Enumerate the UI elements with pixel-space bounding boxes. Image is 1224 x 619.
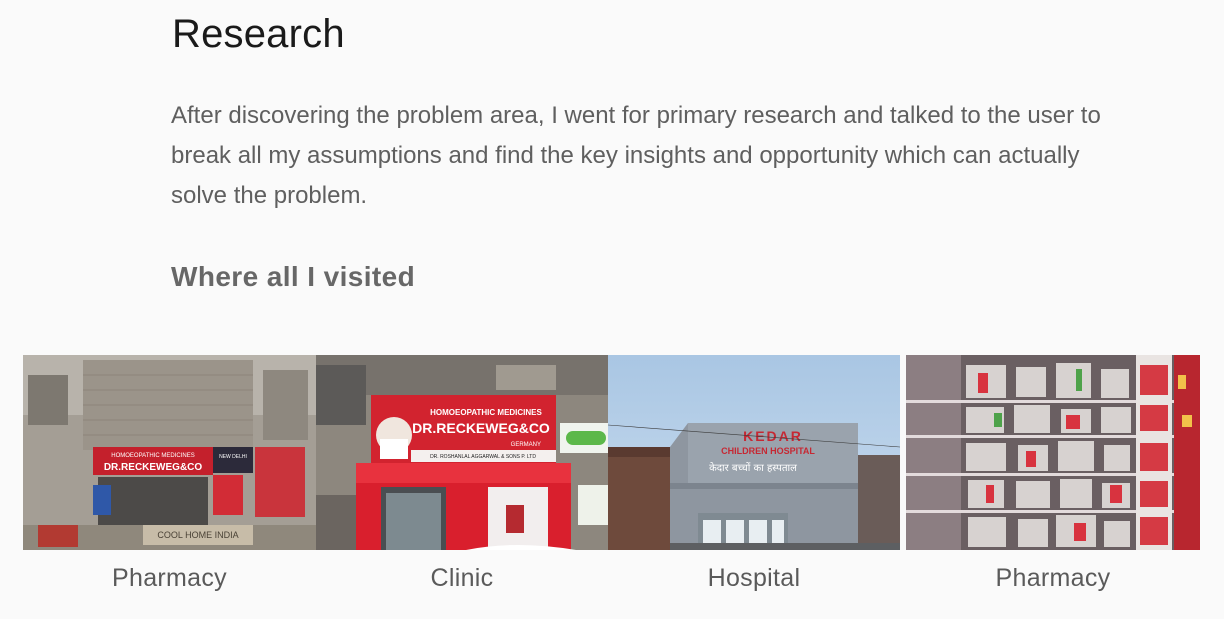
section-title: Research	[172, 12, 345, 56]
pharmacy-sign-line1: HOMOEOPATHIC MEDICINES	[111, 453, 194, 459]
hospital-sign-line2: CHILDREN HOSPITAL	[721, 446, 815, 456]
pharmacy-storefront-photo: HOMOEOPATHIC MEDICINES DR.RECKEWEG&CO NE…	[23, 355, 316, 550]
visited-subheading: Where all I visited	[171, 261, 416, 292]
hospital-building-photo: KEDAR CHILDREN HOSPITAL केदार बच्चों का …	[608, 355, 900, 550]
clinic-storefront-photo: HOMOEOPATHIC MEDICINES DR.RECKEWEG&CO GE…	[316, 355, 608, 550]
hospital-sign-line3: केदार बच्चों का हस्पताल	[709, 462, 797, 474]
pharmacy-sign-line2: DR.RECKEWEG&CO	[104, 462, 203, 473]
clinic-sign-line3: GERMANY	[511, 442, 541, 448]
pharmacy-shelves-photo	[906, 355, 1200, 550]
caption-hospital: Hospital	[707, 564, 801, 592]
pharmacy-side-sign: NEW DELHI	[219, 454, 247, 460]
caption-clinic: Clinic	[430, 564, 494, 592]
caption-pharmacy-1: Pharmacy	[112, 564, 227, 592]
clinic-sign-line2: DR.RECKEWEG&CO	[412, 420, 550, 436]
research-paragraph: After discovering the problem area, I we…	[171, 102, 1101, 209]
caption-pharmacy-2: Pharmacy	[995, 564, 1111, 592]
pharmacy-shop-sign: COOL HOME INDIA	[157, 530, 238, 540]
clinic-sign-line4: DR. ROSHANLAL AGGARWAL & SONS P. LTD	[430, 454, 536, 460]
clinic-sign-line1: HOMOEOPATHIC MEDICINES	[430, 408, 542, 417]
